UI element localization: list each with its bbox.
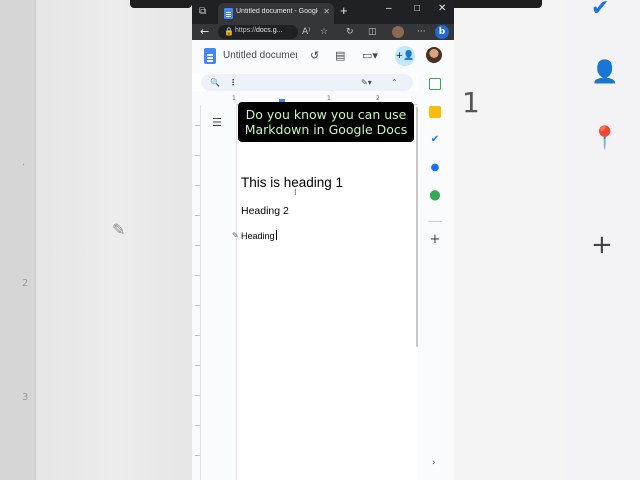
video-caption: Do you know you can use Markdown in Goog… [238, 102, 414, 142]
document-outline-icon[interactable]: ☰ [212, 116, 222, 129]
copilot-icon[interactable]: b [435, 25, 449, 39]
background-ruler-number: 1 [462, 86, 480, 119]
docs-toolbar: 🔍 ⋮ ✎▾ ⌃ [201, 74, 413, 91]
tab-title: Untitled document - Google Docs [236, 8, 318, 15]
back-arrow-icon[interactable]: ← [200, 24, 209, 40]
minimize-button[interactable]: – [386, 3, 392, 14]
maximize-button[interactable]: □ [414, 3, 420, 14]
tab-close-icon[interactable]: ✕ [323, 7, 330, 16]
ruler-number: 1 [327, 95, 331, 102]
background-magic-wand-icon: ✎ [112, 220, 126, 239]
more-menu-icon[interactable]: ··· [417, 26, 426, 38]
smart-suggestion-wand-icon[interactable]: ✎ [232, 231, 239, 240]
ruler-number: 1 [232, 95, 236, 102]
tab-bar: ⧉ Untitled document - Google Docs ✕ + – … [192, 0, 454, 24]
background-doc-right [454, 0, 564, 480]
split-screen-icon[interactable]: ◫ [368, 26, 377, 38]
lock-icon[interactable]: 🔒 [224, 27, 234, 36]
version-history-icon[interactable]: ↺ [310, 49, 319, 62]
calendar-icon[interactable] [429, 78, 441, 90]
url-text: https://docs.g... [235, 27, 283, 34]
read-aloud-icon[interactable]: A⁾ [302, 26, 310, 38]
contacts-icon[interactable]: ● [429, 162, 441, 174]
comments-icon[interactable]: ▤ [335, 49, 345, 62]
get-addons-plus-icon[interactable]: + [429, 233, 441, 246]
background-ruler-tick: · [22, 160, 26, 171]
background-tasks-icon: ✔ [591, 0, 610, 21]
background-contacts-icon: 👤 [591, 60, 619, 85]
docs-header: Untitled document ↺ ▤ ▭▾ +👤 [192, 40, 454, 74]
maps-icon[interactable]: ⬤ [429, 190, 441, 202]
document-page[interactable] [236, 105, 418, 480]
tasks-icon[interactable]: ✔ [429, 134, 441, 146]
browser-profile-avatar[interactable] [392, 26, 404, 38]
close-window-button[interactable]: ✕ [438, 3, 446, 14]
collapse-toolbar-chevron-icon[interactable]: ⌃ [391, 76, 398, 89]
text-caret [275, 230, 277, 240]
caption-line-1: Do you know you can use [245, 107, 407, 122]
background-plus-icon: + [591, 230, 613, 260]
background-left: · 2 3 ✎ [0, 0, 192, 480]
background-top-bar-right [454, 0, 542, 8]
vertical-ruler[interactable] [192, 105, 201, 480]
new-tab-button[interactable]: + [340, 3, 348, 18]
background-ruler-tick: 3 [22, 392, 29, 403]
side-panel: ✔ ● ⬤ + › [418, 74, 454, 480]
hide-side-panel-chevron-icon[interactable]: › [432, 458, 436, 468]
workspaces-icon[interactable]: ⧉ [199, 6, 211, 18]
ruler-number: 2 [376, 95, 380, 102]
heading-3-label: Heading [241, 231, 275, 241]
favorite-star-icon[interactable]: ☆ [320, 26, 328, 38]
side-panel-divider [428, 221, 442, 222]
more-toolbar-icon[interactable]: ⋮ [229, 76, 237, 89]
tab-google-docs[interactable]: Untitled document - Google Docs ✕ [218, 3, 334, 24]
background-ruler-left [0, 0, 34, 480]
meet-video-icon[interactable]: ▭▾ [362, 49, 378, 62]
background-margin-line [34, 0, 36, 480]
add-person-icon: + [395, 51, 404, 61]
url-input[interactable]: 🔒 https://docs.g... [218, 25, 298, 39]
user-avatar[interactable] [426, 47, 442, 63]
search-menus-icon[interactable]: 🔍 [210, 76, 220, 89]
refresh-icon[interactable]: ↻ [346, 26, 354, 38]
share-button[interactable]: +👤 [395, 46, 415, 66]
editing-mode-pencil-icon[interactable]: ✎▾ [361, 76, 372, 89]
heading-3-text[interactable]: Heading [241, 230, 277, 241]
document-canvas: 1 1 2 ☰ I This is heading 1 Heading 2 ✎ … [192, 91, 418, 480]
heading-2-text[interactable]: Heading 2 [241, 205, 289, 217]
browser-window: ⧉ Untitled document - Google Docs ✕ + – … [192, 0, 454, 480]
docs-favicon-icon [224, 8, 233, 19]
vertical-scrollbar[interactable] [416, 107, 418, 347]
keep-icon[interactable] [429, 106, 441, 118]
background-maps-icon: 📍 [591, 126, 619, 151]
docs-logo-icon[interactable] [204, 48, 216, 64]
heading-1-text[interactable]: This is heading 1 [241, 175, 343, 190]
background-top-bar [130, 0, 192, 8]
document-title[interactable]: Untitled document [223, 50, 297, 61]
background-ruler-tick: 2 [22, 278, 29, 289]
address-bar: ← 🔒 https://docs.g... A⁾ ☆ ↻ ◫ ··· b [192, 24, 454, 40]
caption-line-2: Markdown in Google Docs [244, 122, 408, 137]
background-right: 1 ✔ 👤 📍 + [454, 0, 640, 480]
